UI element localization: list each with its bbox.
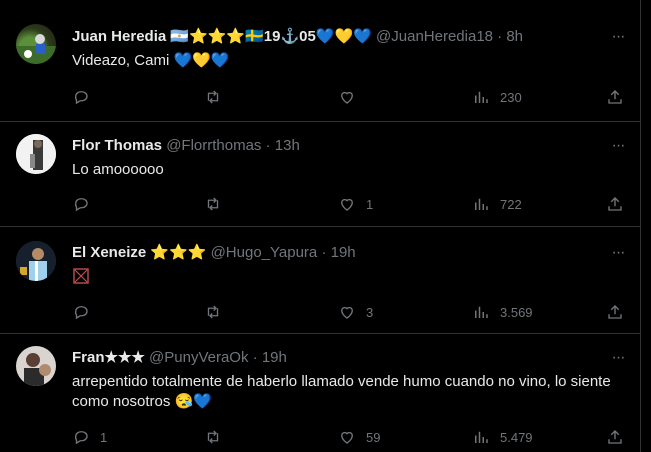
reply-button[interactable] <box>72 302 100 322</box>
tweet-time[interactable]: · 19h <box>253 349 287 366</box>
like-button[interactable]: 3 <box>338 302 373 322</box>
reply-feed: Juan Heredia 🇦🇷⭐⭐⭐🇸🇪19⚓05💙💛💙 @JuanHeredi… <box>0 0 640 452</box>
like-count: 59 <box>366 429 381 445</box>
view-count: 230 <box>500 89 522 105</box>
views-icon <box>475 306 488 318</box>
tweet[interactable]: Juan Heredia 🇦🇷⭐⭐⭐🇸🇪19⚓05💙💛💙 @JuanHeredi… <box>0 0 640 122</box>
more-icon[interactable]: ··· <box>608 136 628 156</box>
like-button[interactable]: 59 <box>338 427 380 447</box>
reply-icon <box>74 431 88 445</box>
author-badges: 🇦🇷⭐⭐⭐🇸🇪19⚓05💙💛💙 <box>170 28 372 45</box>
heart-icon <box>341 431 353 444</box>
more-icon[interactable]: ··· <box>608 27 628 47</box>
more-icon[interactable]: ··· <box>608 243 628 263</box>
reply-button[interactable] <box>72 87 100 107</box>
retweet-button[interactable] <box>204 302 232 322</box>
share-button[interactable] <box>606 427 624 447</box>
avatar[interactable] <box>16 346 56 386</box>
tweet-text <box>72 267 628 291</box>
reply-icon <box>74 306 88 320</box>
tweet-time[interactable]: · 19h <box>321 244 355 261</box>
views-button[interactable]: 230 <box>472 87 522 107</box>
share-icon <box>608 305 622 319</box>
share-icon <box>608 197 622 211</box>
avatar[interactable] <box>16 241 56 281</box>
tweet-text: arrepentido totalmente de haberlo llamad… <box>72 373 611 410</box>
share-icon <box>608 90 622 104</box>
author-name[interactable]: Flor Thomas <box>72 137 162 154</box>
heart-icon <box>341 91 353 104</box>
views-button[interactable]: 5.479 <box>472 427 533 447</box>
author-handle[interactable]: @Hugo_Yapura <box>211 244 318 261</box>
reply-button[interactable] <box>72 194 100 214</box>
author-badges: ⭐⭐⭐ <box>150 244 207 261</box>
views-icon <box>475 431 488 443</box>
view-count: 722 <box>500 196 522 212</box>
avatar[interactable] <box>16 24 56 64</box>
views-button[interactable]: 722 <box>472 194 522 214</box>
reply-count: 1 <box>100 429 108 445</box>
retweet-icon <box>207 197 219 211</box>
retweet-button[interactable] <box>204 427 232 447</box>
retweet-icon <box>207 305 219 319</box>
tweet[interactable]: Fran★★★ @PunyVeraOk · 19h ··· arrepentid… <box>0 334 640 452</box>
broken-emoji-icon <box>73 268 89 284</box>
retweet-button[interactable] <box>204 194 232 214</box>
author-handle[interactable]: @JuanHeredia18 <box>376 28 493 45</box>
author-name[interactable]: Fran★★★ <box>72 349 145 366</box>
tweet-text: Videazo, Cami 💙💛💙 <box>72 52 230 69</box>
share-button[interactable] <box>606 87 624 107</box>
reply-icon <box>74 198 88 212</box>
share-button[interactable] <box>606 302 624 322</box>
share-button[interactable] <box>606 194 624 214</box>
like-count: 3 <box>366 304 374 320</box>
views-button[interactable]: 3.569 <box>472 302 533 322</box>
view-count: 5.479 <box>500 429 533 445</box>
tweet-time[interactable]: · 13h <box>266 137 300 154</box>
retweet-icon <box>207 90 219 104</box>
tweet-text: Lo amoooooo <box>72 161 164 178</box>
author-handle[interactable]: @PunyVeraOk <box>149 349 248 366</box>
author-name[interactable]: El Xeneize <box>72 244 146 261</box>
views-icon <box>475 198 488 210</box>
tweet[interactable]: El Xeneize ⭐⭐⭐ @Hugo_Yapura · 19h ··· 3 … <box>0 227 640 334</box>
more-icon[interactable]: ··· <box>608 348 628 368</box>
avatar[interactable] <box>16 134 56 174</box>
view-count: 3.569 <box>500 304 533 320</box>
like-button[interactable]: 1 <box>338 194 373 214</box>
reply-icon <box>74 91 88 105</box>
retweet-button[interactable] <box>204 87 232 107</box>
column-divider <box>640 0 641 452</box>
like-button[interactable] <box>338 87 366 107</box>
retweet-icon <box>207 430 219 444</box>
heart-icon <box>341 306 353 319</box>
author-name[interactable]: Juan Heredia <box>72 28 166 45</box>
tweet[interactable]: Flor Thomas @Florrthomas · 13h ··· Lo am… <box>0 122 640 227</box>
author-handle[interactable]: @Florrthomas <box>166 137 261 154</box>
share-icon <box>608 430 622 444</box>
reply-button[interactable]: 1 <box>72 427 107 447</box>
like-count: 1 <box>366 196 374 212</box>
views-icon <box>475 91 488 103</box>
heart-icon <box>341 198 353 211</box>
tweet-time[interactable]: · 8h <box>497 28 523 45</box>
